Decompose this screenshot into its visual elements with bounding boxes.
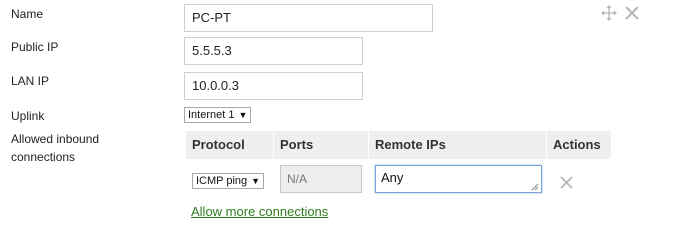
inbound-label-line2: connections bbox=[11, 150, 76, 164]
chevron-down-icon: ▼ bbox=[251, 176, 261, 186]
inbound-label-line1: Allowed inbound bbox=[11, 132, 100, 146]
remove-row-icon[interactable] bbox=[560, 176, 573, 189]
column-header-actions: Actions bbox=[547, 131, 611, 159]
protocol-select[interactable]: ICMP ping ▼ bbox=[192, 173, 265, 189]
resize-grip-icon[interactable] bbox=[531, 183, 539, 191]
uplink-select-value: Internet 1 bbox=[188, 109, 235, 121]
column-header-ports: Ports bbox=[274, 131, 368, 159]
uplink-select[interactable]: Internet 1 ▼ bbox=[184, 107, 252, 123]
lan-ip-label: LAN IP bbox=[11, 74, 50, 88]
chevron-down-icon: ▼ bbox=[238, 110, 248, 120]
allow-more-connections-link[interactable]: Allow more connections bbox=[191, 204, 328, 219]
name-label: Name bbox=[11, 7, 44, 21]
close-icon[interactable] bbox=[625, 6, 639, 20]
protocol-select-value: ICMP ping bbox=[196, 175, 248, 187]
public-ip-label: Public IP bbox=[11, 40, 59, 54]
inbound-label: Allowed inbound connections bbox=[11, 130, 99, 166]
public-ip-input[interactable]: 5.5.5.3 bbox=[184, 37, 363, 65]
remote-ips-field[interactable]: Any bbox=[375, 165, 542, 193]
ports-field: N/A bbox=[280, 165, 362, 193]
remote-ips-value: Any bbox=[381, 170, 404, 185]
move-icon[interactable] bbox=[601, 5, 617, 21]
uplink-label: Uplink bbox=[11, 109, 45, 123]
lan-ip-input[interactable]: 10.0.0.3 bbox=[184, 72, 363, 100]
column-header-protocol: Protocol bbox=[186, 131, 273, 159]
name-input[interactable]: PC-PT bbox=[184, 4, 433, 32]
column-header-remote-ips: Remote IPs bbox=[369, 131, 546, 159]
